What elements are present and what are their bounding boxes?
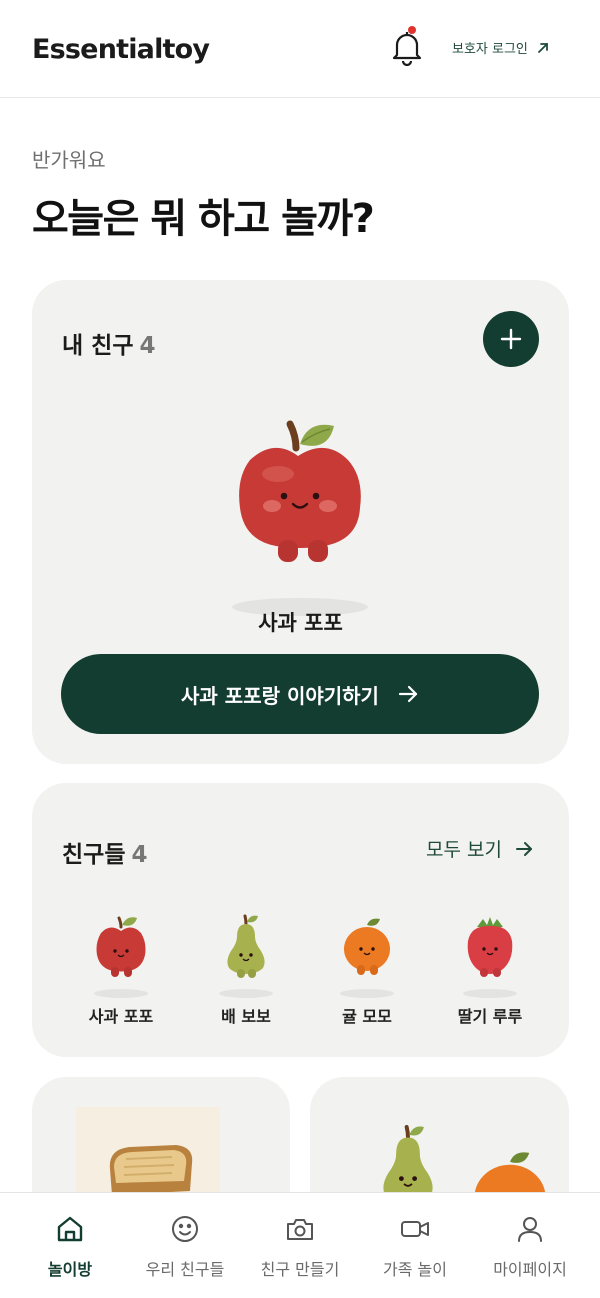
arrow-right-icon <box>515 841 532 856</box>
tab-our-friends[interactable]: 우리 친구들 <box>125 1193 245 1298</box>
home-icon <box>57 1216 83 1242</box>
apple-character-image <box>96 916 146 977</box>
my-friend-card: 내 친구 4 사과 포포 사과 포포랑 이야기하기 <box>32 280 569 764</box>
bell-icon[interactable] <box>390 28 424 66</box>
tab-family-play[interactable]: 가족 놀이 <box>355 1193 475 1298</box>
app-logo[interactable]: Essentialtoy <box>32 34 210 65</box>
my-friend-count: 4 <box>139 333 156 359</box>
arrow-right-icon <box>398 685 418 703</box>
smile-icon <box>172 1216 198 1242</box>
character-shadow <box>463 989 517 998</box>
character-shadow <box>94 989 148 998</box>
friend-item-tangerine[interactable]: 귤 모모 <box>312 913 422 1033</box>
talk-with-friend-button[interactable]: 사과 포포랑 이야기하기 <box>61 654 539 734</box>
tab-playroom[interactable]: 놀이방 <box>10 1193 130 1298</box>
notification-dot <box>408 26 416 34</box>
guardian-login-link[interactable]: 보호자 로그인 <box>452 38 550 57</box>
tab-label: 가족 놀이 <box>383 1260 447 1279</box>
strawberry-character-image <box>467 917 513 977</box>
friend-item-apple[interactable]: 사과 포포 <box>66 913 176 1033</box>
tab-label: 우리 친구들 <box>145 1260 225 1279</box>
friends-title-label: 친구들 <box>62 842 126 868</box>
talk-button-label: 사과 포포랑 이야기하기 <box>181 683 379 708</box>
video-icon <box>401 1221 429 1237</box>
camera-icon <box>287 1219 313 1240</box>
user-icon <box>518 1217 542 1242</box>
tangerine-character-image <box>344 918 390 975</box>
pear-character-image <box>227 914 265 978</box>
friends-card: 친구들 4 모두 보기 사과 포포 배 보보 귤 모모 딸기 루루 <box>32 783 569 1057</box>
guardian-login-label: 보호자 로그인 <box>452 42 528 57</box>
tab-label: 친구 만들기 <box>260 1260 340 1279</box>
add-friend-button[interactable] <box>483 311 539 367</box>
friend-name: 딸기 루루 <box>457 1007 523 1026</box>
app-header: Essentialtoy 보호자 로그인 <box>0 0 600 98</box>
tab-label: 놀이방 <box>47 1260 93 1279</box>
arrow-up-right-icon <box>538 42 548 53</box>
tab-label: 마이페이지 <box>493 1260 567 1279</box>
friends-count: 4 <box>131 842 148 868</box>
bread-toy-image <box>109 1145 193 1195</box>
featured-friend-name: 사과 포포 <box>258 611 343 635</box>
friend-name: 사과 포포 <box>88 1007 154 1026</box>
see-all-link[interactable]: 모두 보기 <box>426 835 534 862</box>
plus-icon <box>500 328 522 350</box>
my-friend-title: 내 친구 4 <box>62 326 156 360</box>
tab-my-page[interactable]: 마이페이지 <box>470 1193 590 1298</box>
friends-title: 친구들 4 <box>62 835 148 869</box>
friend-item-pear[interactable]: 배 보보 <box>191 913 301 1033</box>
greeting-title: 오늘은 뭐 하고 놀까? <box>32 196 375 242</box>
character-shadow <box>219 989 273 998</box>
greeting-subtitle: 반가워요 <box>32 148 106 172</box>
character-shadow <box>340 989 394 998</box>
apple-character-image[interactable] <box>230 416 370 576</box>
friend-name: 귤 모모 <box>342 1007 392 1026</box>
my-friend-title-label: 내 친구 <box>62 333 134 359</box>
friend-name: 배 보보 <box>221 1007 271 1026</box>
bottom-tab-bar: 놀이방 우리 친구들 친구 만들기 가족 놀이 마이페이지 <box>0 1192 600 1298</box>
tab-make-friend[interactable]: 친구 만들기 <box>240 1193 360 1298</box>
see-all-label: 모두 보기 <box>426 839 502 861</box>
friend-item-strawberry[interactable]: 딸기 루루 <box>435 913 545 1033</box>
